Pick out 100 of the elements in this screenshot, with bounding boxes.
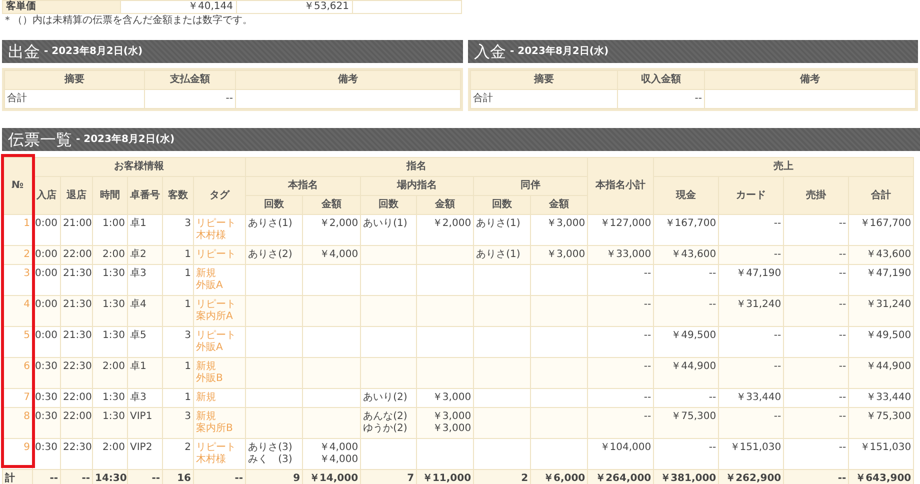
column-header: 本指名小計: [588, 158, 654, 214]
column-header: №: [2, 158, 32, 214]
table-cell: ￥31,240: [718, 296, 784, 326]
table-cell: --: [588, 358, 654, 388]
table-cell: --: [784, 408, 849, 438]
column-header: 指名: [246, 158, 588, 176]
table-cell: ￥11,000: [416, 470, 474, 484]
column-header: 卓番号: [128, 176, 162, 214]
table-cell: --: [618, 90, 704, 108]
table-cell: --: [718, 408, 784, 438]
column-header: 備考: [236, 70, 460, 90]
column-header: 同伴: [474, 176, 588, 196]
slip-number-link[interactable]: 3: [24, 268, 30, 279]
column-header: 合計: [848, 176, 914, 214]
table-cell: ￥43,600: [654, 246, 719, 264]
column-header: 時間: [92, 176, 128, 214]
table-cell: --: [718, 358, 784, 388]
table-cell: --: [32, 470, 60, 484]
section-title: 出金: [8, 40, 40, 62]
slip-number-link[interactable]: 6: [24, 361, 30, 372]
section-date: - 2023年8月2日(水): [510, 44, 609, 59]
row-label: 客単価: [2, 0, 120, 14]
table-cell: 1: [162, 296, 194, 326]
table-cell: VIP1: [128, 408, 162, 438]
table-cell: 14:30: [92, 470, 128, 484]
column-header: 摘要: [4, 70, 144, 90]
column-header: 回数: [246, 196, 303, 214]
table-cell: --: [718, 246, 784, 264]
column-header: 客数: [162, 176, 194, 214]
column-header: 退店: [60, 176, 92, 214]
table-cell: 22:00: [60, 408, 92, 438]
column-header: 収入金額: [618, 70, 704, 90]
table-cell: --: [588, 408, 654, 438]
table-cell: 1:30: [92, 296, 128, 326]
table-cell: ありさ(2): [246, 246, 303, 264]
slip-number-link[interactable]: 7: [24, 392, 30, 403]
table-cell: 16: [162, 470, 194, 484]
table-cell: ￥262,900: [718, 470, 784, 484]
column-header: 金額: [530, 196, 588, 214]
table-cell: 卓4: [128, 296, 162, 326]
table-cell: --: [784, 358, 849, 388]
slip-number-link[interactable]: 8: [24, 411, 30, 422]
table-cell: 1: [162, 358, 194, 388]
slip-number-link[interactable]: 5: [24, 330, 30, 341]
table-cell: ありさ(1): [474, 246, 531, 264]
table-cell: --: [588, 296, 654, 326]
table-cell: 2: [474, 470, 531, 484]
slip-number-link[interactable]: 4: [24, 299, 30, 310]
table-cell: ￥43,600: [848, 246, 914, 264]
total-label: 計: [2, 470, 32, 484]
table-cell: ￥40,144: [120, 0, 236, 14]
column-header: 金額: [302, 196, 361, 214]
table-cell: ￥75,300: [848, 408, 914, 438]
table-cell: --: [784, 246, 849, 264]
column-header: 売掛: [784, 176, 849, 214]
table-cell: --: [654, 296, 719, 326]
slip-number-link[interactable]: 2: [24, 249, 30, 260]
column-header: 金額: [416, 196, 474, 214]
table-cell: ￥31,240: [848, 296, 914, 326]
table-cell: ￥3,000: [530, 246, 588, 264]
column-header: 場内指名: [360, 176, 474, 196]
column-header: お客様情報: [32, 158, 246, 176]
table-cell: --: [60, 470, 92, 484]
column-header: 現金: [654, 176, 719, 214]
table-cell: ￥75,300: [654, 408, 719, 438]
table-cell: ￥381,000: [654, 470, 719, 484]
column-header: タグ: [194, 176, 246, 214]
table-cell: 22:00: [60, 246, 92, 264]
table-cell: 2:00: [92, 246, 128, 264]
slip-number-link[interactable]: 1: [24, 218, 30, 229]
column-header: 本指名: [246, 176, 361, 196]
table-cell: ￥33,000: [588, 246, 654, 264]
table-cell: 1: [162, 246, 194, 264]
section-date: - 2023年8月2日(水): [44, 44, 143, 59]
table-cell: 3: [162, 408, 194, 438]
section-title: 入金: [474, 40, 506, 62]
section-date: - 2023年8月2日(水): [76, 132, 175, 147]
column-header: 回数: [474, 196, 531, 214]
column-header: 摘要: [470, 70, 618, 90]
table-cell: 7: [360, 470, 417, 484]
column-header: 備考: [704, 70, 916, 90]
table-cell: ￥4,000: [302, 246, 361, 264]
footnote: ＊（）内は未精算の伝票を含んだ金額または数字です。: [2, 14, 254, 27]
table-cell: ￥44,900: [654, 358, 719, 388]
table-cell: 卓2: [128, 246, 162, 264]
table-cell: ￥53,621: [236, 0, 352, 14]
table-cell: 1:30: [92, 408, 128, 438]
table-cell: ￥44,900: [848, 358, 914, 388]
table-cell: ￥264,000: [588, 470, 654, 484]
table-cell: 21:30: [60, 296, 92, 326]
table-cell: --: [144, 90, 236, 108]
table-cell: 卓1: [128, 358, 162, 388]
table-cell: 合計: [4, 90, 144, 108]
table-cell: ￥643,900: [848, 470, 914, 484]
table-cell: 2:00: [92, 358, 128, 388]
slip-number-link[interactable]: 9: [24, 442, 30, 453]
table-cell: --: [128, 470, 162, 484]
table-cell: --: [784, 470, 849, 484]
column-header: 回数: [360, 196, 417, 214]
table-cell: --: [194, 470, 246, 484]
